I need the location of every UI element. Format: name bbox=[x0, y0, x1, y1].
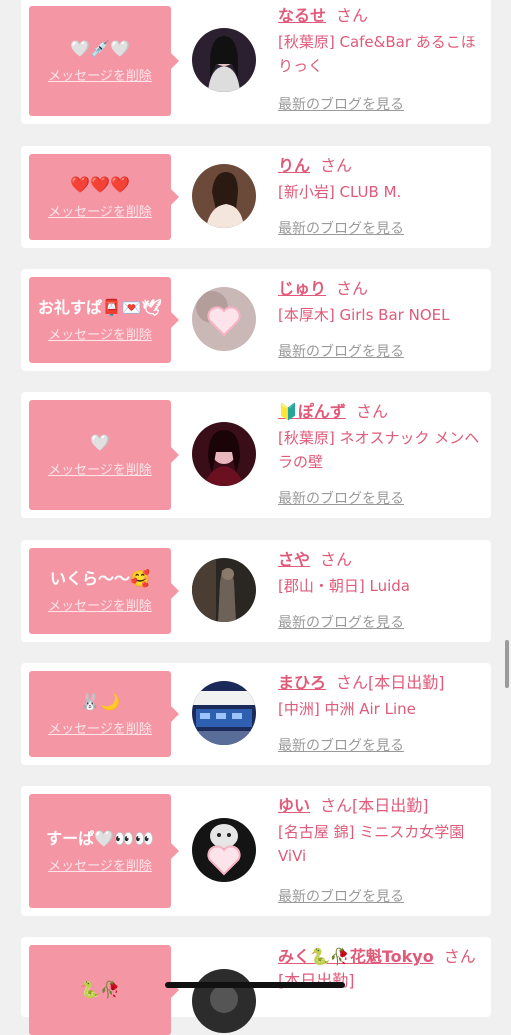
shop-name: [新小岩] CLUB M. bbox=[278, 183, 402, 201]
avatar[interactable] bbox=[192, 287, 256, 351]
cast-info: まひろ さん[本日出勤] [中洲] 中洲 Air Line bbox=[278, 671, 483, 721]
cast-name-link[interactable]: まひろ bbox=[278, 673, 326, 692]
avatar[interactable] bbox=[192, 28, 256, 92]
cast-name-link[interactable]: なるせ bbox=[278, 6, 326, 25]
latest-blog-link[interactable]: 最新のブログを見る bbox=[278, 341, 404, 361]
avatar[interactable] bbox=[192, 681, 256, 745]
message-text: いくら〜〜🥰 bbox=[50, 568, 150, 588]
cast-name-link[interactable]: りん bbox=[278, 156, 310, 175]
latest-blog-link[interactable]: 最新のブログを見る bbox=[278, 886, 404, 906]
message-card: 🤍 メッセージを削除 🔰ぽんず さん [秋葉原] ネオスナック メンヘラの壁 最新… bbox=[21, 392, 491, 518]
cast-info: 🔰ぽんず さん [秋葉原] ネオスナック メンヘラの壁 bbox=[278, 400, 483, 474]
avatar[interactable] bbox=[192, 422, 256, 486]
cast-name-link[interactable]: ゆい bbox=[278, 796, 310, 815]
shop-name: [秋葉原] ネオスナック メンヘラの壁 bbox=[278, 429, 480, 471]
delete-message-link[interactable]: メッセージを削除 bbox=[48, 459, 152, 478]
avatar[interactable] bbox=[192, 164, 256, 228]
attendance-badge: [本日出勤] bbox=[368, 673, 445, 692]
delete-message-link[interactable]: メッセージを削除 bbox=[48, 855, 152, 874]
message-bubble: 🤍💉🤍 メッセージを削除 bbox=[29, 6, 179, 116]
message-card: 🐍🥀 みく🐍🥀花魁Tokyo さん[本日出勤] bbox=[21, 937, 491, 1035]
delete-message-link[interactable]: メッセージを削除 bbox=[48, 718, 152, 737]
message-text: すーぱ🤍👀👀 bbox=[46, 828, 154, 848]
cast-info: なるせ さん [秋葉原] Cafe&Bar あるこほりっく bbox=[278, 4, 483, 78]
attendance-badge: [本日出勤] bbox=[352, 796, 429, 815]
message-card: すーぱ🤍👀👀 メッセージを削除 ゆい さん[本日出勤] [名古屋 錦] ミニスカ女… bbox=[21, 786, 491, 916]
message-text: お礼すぱ📮💌🕊 bbox=[37, 297, 163, 317]
message-bubble: 🐍🥀 bbox=[29, 945, 179, 1035]
san-label: さん bbox=[443, 947, 476, 966]
avatar[interactable] bbox=[192, 969, 256, 1033]
san-label: さん bbox=[336, 6, 369, 25]
message-card: お礼すぱ📮💌🕊 メッセージを削除 じゅり さん [本厚木] Girls Bar N… bbox=[21, 269, 491, 371]
san-label: さん bbox=[320, 156, 353, 175]
delete-message-link[interactable]: メッセージを削除 bbox=[48, 201, 152, 220]
cast-name-link[interactable]: さや bbox=[278, 550, 310, 569]
message-bubble: いくら〜〜🥰 メッセージを削除 bbox=[29, 548, 179, 634]
message-text: 🤍💉🤍 bbox=[70, 38, 130, 58]
san-label: さん bbox=[336, 673, 369, 692]
shop-name: [名古屋 錦] ミニスカ女学園ViVi bbox=[278, 823, 465, 865]
message-card: 🐰🌙 メッセージを削除 まひろ さん[本日出勤] [中洲] 中洲 Air Line… bbox=[21, 663, 491, 765]
avatar[interactable] bbox=[192, 558, 256, 622]
cast-name-link[interactable]: 🔰ぽんず bbox=[278, 402, 346, 421]
message-card: いくら〜〜🥰 メッセージを削除 さや さん [郡山・朝日] Luida 最新のブロ… bbox=[21, 540, 491, 642]
cast-info: さや さん [郡山・朝日] Luida bbox=[278, 548, 483, 598]
latest-blog-link[interactable]: 最新のブログを見る bbox=[278, 488, 404, 508]
cast-info: ゆい さん[本日出勤] [名古屋 錦] ミニスカ女学園ViVi bbox=[278, 794, 483, 868]
home-indicator[interactable] bbox=[165, 982, 345, 988]
latest-blog-link[interactable]: 最新のブログを見る bbox=[278, 218, 404, 238]
message-bubble: 🐰🌙 メッセージを削除 bbox=[29, 671, 179, 757]
san-label: さん bbox=[355, 402, 388, 421]
san-label: さん bbox=[320, 550, 353, 569]
delete-message-link[interactable]: メッセージを削除 bbox=[48, 595, 152, 614]
shop-name: [秋葉原] Cafe&Bar あるこほりっく bbox=[278, 33, 476, 75]
latest-blog-link[interactable]: 最新のブログを見る bbox=[278, 94, 404, 114]
message-bubble: 🤍 メッセージを削除 bbox=[29, 400, 179, 510]
message-bubble: すーぱ🤍👀👀 メッセージを削除 bbox=[29, 794, 179, 908]
avatar[interactable] bbox=[192, 818, 256, 882]
delete-message-link[interactable]: メッセージを削除 bbox=[48, 324, 152, 343]
latest-blog-link[interactable]: 最新のブログを見る bbox=[278, 735, 404, 755]
shop-name: [本厚木] Girls Bar NOEL bbox=[278, 306, 450, 324]
shop-name: [中洲] 中洲 Air Line bbox=[278, 700, 416, 718]
message-text: 🐰🌙 bbox=[80, 691, 120, 711]
message-card: 🤍💉🤍 メッセージを削除 なるせ さん [秋葉原] Cafe&Bar あるこほりっ… bbox=[21, 0, 491, 124]
cast-name-link[interactable]: じゅり bbox=[278, 279, 326, 298]
message-text: ❤️❤️❤️ bbox=[70, 174, 130, 194]
latest-blog-link[interactable]: 最新のブログを見る bbox=[278, 612, 404, 632]
delete-message-link[interactable]: メッセージを削除 bbox=[48, 65, 152, 84]
san-label: さん bbox=[336, 279, 369, 298]
scrollbar[interactable] bbox=[505, 640, 509, 688]
message-text: 🐍🥀 bbox=[80, 980, 120, 999]
message-card: ❤️❤️❤️ メッセージを削除 りん さん [新小岩] CLUB M. 最新のブロ… bbox=[21, 146, 491, 248]
cast-name-link[interactable]: みく🐍🥀花魁Tokyo bbox=[278, 947, 434, 966]
message-bubble: ❤️❤️❤️ メッセージを削除 bbox=[29, 154, 179, 240]
shop-name: [郡山・朝日] Luida bbox=[278, 577, 410, 595]
san-label: さん bbox=[320, 796, 353, 815]
cast-info: りん さん [新小岩] CLUB M. bbox=[278, 154, 483, 204]
message-text: 🤍 bbox=[90, 432, 110, 452]
message-bubble: お礼すぱ📮💌🕊 メッセージを削除 bbox=[29, 277, 179, 363]
cast-info: じゅり さん [本厚木] Girls Bar NOEL bbox=[278, 277, 483, 327]
